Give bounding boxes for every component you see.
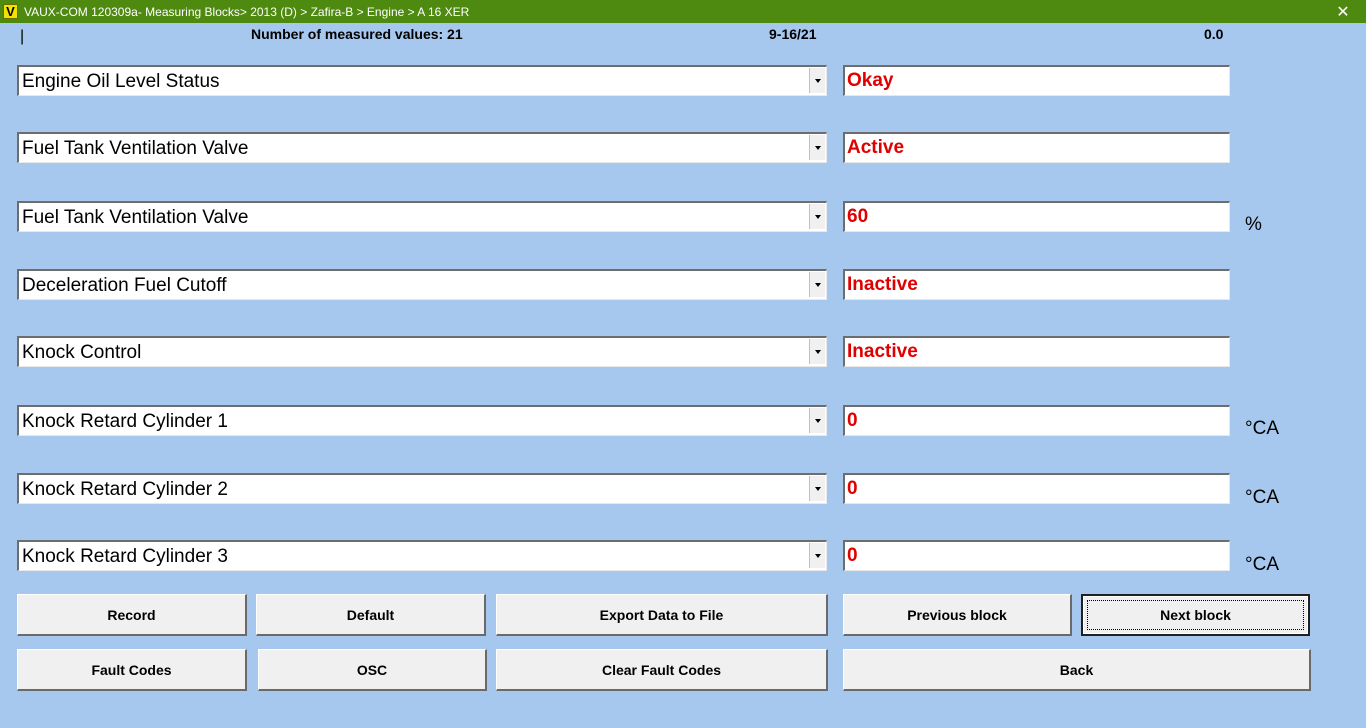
measure-value-text: Active: [847, 137, 905, 158]
chevron-down-icon[interactable]: [809, 543, 825, 568]
measure-select-7[interactable]: Knock Retard Cylinder 2: [17, 473, 827, 504]
measure-value-8: 0: [843, 540, 1230, 571]
measure-select-5[interactable]: Knock Control: [17, 336, 827, 367]
chevron-down-icon[interactable]: [809, 476, 825, 501]
measure-unit-8: °CA: [1245, 554, 1279, 575]
measure-label: Knock Retard Cylinder 3: [22, 546, 228, 567]
measure-value-text: 0: [847, 545, 858, 566]
measure-value-6: 0: [843, 405, 1230, 436]
measure-select-1[interactable]: Engine Oil Level Status: [17, 65, 827, 96]
measure-label: Engine Oil Level Status: [22, 71, 220, 92]
chevron-down-icon[interactable]: [809, 339, 825, 364]
chevron-down-icon[interactable]: [809, 135, 825, 160]
measure-value-5: Inactive: [843, 336, 1230, 367]
measure-label: Knock Control: [22, 342, 142, 363]
chevron-down-icon[interactable]: [809, 204, 825, 229]
text-cursor: |: [20, 28, 25, 45]
measure-value-text: 0: [847, 478, 858, 499]
title-bar: V VAUX-COM 120309a- Measuring Blocks> 20…: [0, 0, 1366, 23]
measure-value-2: Active: [843, 132, 1230, 163]
close-icon[interactable]: ✕: [1320, 0, 1366, 23]
measure-label: Deceleration Fuel Cutoff: [22, 275, 227, 296]
block-range: 9-16/21: [769, 26, 817, 42]
measure-label: Fuel Tank Ventilation Valve: [22, 207, 249, 228]
measure-unit-3: %: [1245, 214, 1262, 235]
back-button[interactable]: Back: [843, 649, 1311, 691]
measure-value-text: 60: [847, 206, 869, 227]
measure-select-6[interactable]: Knock Retard Cylinder 1: [17, 405, 827, 436]
measure-select-4[interactable]: Deceleration Fuel Cutoff: [17, 269, 827, 300]
measure-value-7: 0: [843, 473, 1230, 504]
next-block-button[interactable]: Next block: [1081, 594, 1310, 636]
fault-codes-button[interactable]: Fault Codes: [17, 649, 247, 691]
osc-button[interactable]: OSC: [258, 649, 487, 691]
app-logo-icon: V: [3, 4, 18, 19]
chevron-down-icon[interactable]: [809, 68, 825, 93]
window-title: VAUX-COM 120309a- Measuring Blocks> 2013…: [24, 4, 470, 19]
measure-select-2[interactable]: Fuel Tank Ventilation Valve: [17, 132, 827, 163]
measure-value-text: Okay: [847, 70, 894, 91]
measure-value-text: 0: [847, 410, 858, 431]
measure-select-3[interactable]: Fuel Tank Ventilation Valve: [17, 201, 827, 232]
measure-label: Knock Retard Cylinder 1: [22, 411, 228, 432]
default-button[interactable]: Default: [256, 594, 486, 636]
chevron-down-icon[interactable]: [809, 408, 825, 433]
measure-value-text: Inactive: [847, 341, 918, 362]
measure-unit-7: °CA: [1245, 487, 1279, 508]
clear-fault-codes-button[interactable]: Clear Fault Codes: [496, 649, 828, 691]
chevron-down-icon[interactable]: [809, 272, 825, 297]
measure-select-8[interactable]: Knock Retard Cylinder 3: [17, 540, 827, 571]
measure-unit-6: °CA: [1245, 418, 1279, 439]
measure-value-4: Inactive: [843, 269, 1230, 300]
measured-values-count: Number of measured values: 21: [251, 26, 463, 42]
record-button[interactable]: Record: [17, 594, 247, 636]
previous-block-button[interactable]: Previous block: [843, 594, 1072, 636]
measure-label: Knock Retard Cylinder 2: [22, 479, 228, 500]
measure-value-text: Inactive: [847, 274, 918, 295]
header-value: 0.0: [1204, 26, 1224, 42]
measure-value-3: 60: [843, 201, 1230, 232]
measure-value-1: Okay: [843, 65, 1230, 96]
measure-label: Fuel Tank Ventilation Valve: [22, 138, 249, 159]
export-data-button[interactable]: Export Data to File: [496, 594, 828, 636]
